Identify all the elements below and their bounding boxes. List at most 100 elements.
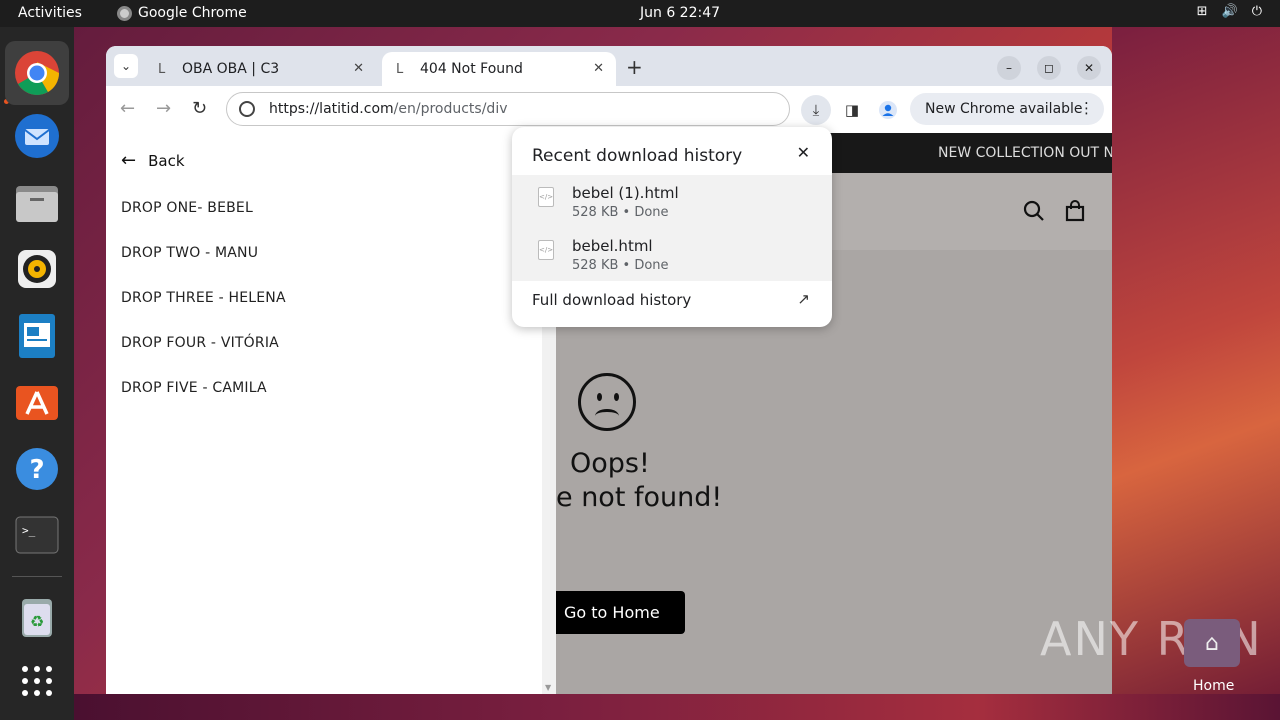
files-icon [16, 186, 58, 222]
file-code-icon: </> [538, 187, 554, 207]
download-item[interactable]: </> bebel (1).html 528 KB • Done [512, 175, 832, 228]
menu-item-drop-four[interactable]: DROP FOUR - VITÓRIA [121, 335, 279, 351]
profile-button[interactable] [873, 95, 903, 125]
rhythmbox-icon [18, 250, 56, 288]
desktop-home-folder[interactable]: ⌂ [1184, 619, 1240, 667]
tab-404-not-found[interactable]: L 404 Not Found ✕ [382, 52, 616, 86]
dock-chrome[interactable] [5, 41, 69, 105]
close-icon[interactable]: ✕ [353, 61, 364, 76]
scroll-down-icon[interactable]: ▼ [545, 683, 551, 692]
update-label: New Chrome available [925, 101, 1083, 117]
side-panel-button[interactable]: ◨ [837, 95, 867, 125]
back-arrow-icon[interactable]: ← [120, 98, 135, 119]
writer-icon [19, 314, 55, 358]
close-window-button[interactable]: ✕ [1077, 56, 1101, 80]
dock-writer[interactable] [13, 312, 61, 360]
new-tab-button[interactable]: + [626, 55, 643, 79]
forward-arrow-icon[interactable]: → [156, 98, 171, 119]
app-center-icon [16, 386, 58, 420]
new-chrome-available-button[interactable]: New Chrome available ⋮ [910, 93, 1104, 125]
top-bar: Activities Google Chrome Jun 6 22:47 ⊞ 🔊… [0, 0, 1280, 27]
wallpaper [74, 694, 1280, 720]
error-message: e not found! [556, 482, 723, 513]
app-menu[interactable]: Google Chrome [117, 5, 247, 21]
full-download-history-link[interactable]: Full download history [532, 291, 691, 309]
back-label: Back [148, 151, 185, 170]
close-icon[interactable]: ✕ [593, 61, 604, 76]
address-bar[interactable]: https://latitid.com/en/products/div [226, 92, 790, 126]
dock-rhythmbox[interactable] [13, 245, 61, 293]
side-menu: ← Back DROP ONE- BEBEL DROP TWO - MANU D… [106, 133, 542, 694]
dock-thunderbird[interactable] [13, 112, 61, 160]
url-path: /en/products/div [393, 101, 508, 117]
download-bubble-title: Recent download history [532, 146, 743, 166]
profile-icon [879, 101, 897, 119]
dock-show-apps[interactable] [13, 657, 61, 705]
back-link[interactable]: ← Back [121, 150, 185, 171]
dock: ? >_ ♻ [0, 27, 74, 720]
shopping-bag-icon[interactable] [1065, 200, 1085, 228]
download-icon: ⤓ [812, 101, 820, 119]
dock-trash[interactable]: ♻ [13, 593, 61, 641]
chrome-icon [117, 5, 132, 21]
desktop-home-label: Home [1193, 678, 1235, 694]
tab-title: OBA OBA | C3 [182, 61, 280, 77]
close-icon[interactable]: ✕ [797, 143, 810, 162]
activities-button[interactable]: Activities [18, 5, 82, 21]
more-vert-icon[interactable]: ⋮ [1079, 99, 1094, 117]
home-folder-icon: ⌂ [1205, 630, 1219, 656]
download-bubble: Recent download history ✕ </> bebel (1).… [512, 127, 832, 327]
menu-item-drop-five[interactable]: DROP FIVE - CAMILA [121, 380, 267, 396]
volume-icon: 🔊 [1221, 4, 1238, 19]
maximize-button[interactable]: ◻ [1037, 56, 1061, 80]
go-to-home-button[interactable]: Go to Home [556, 591, 685, 634]
dock-files[interactable] [13, 179, 61, 227]
power-icon: ⏻ [1251, 4, 1262, 19]
download-status: 528 KB • Done [572, 205, 669, 220]
svg-text:♻: ♻ [30, 612, 44, 631]
network-icon: ⊞ [1196, 4, 1208, 19]
reload-icon[interactable]: ↻ [192, 98, 207, 119]
side-panel-icon: ◨ [844, 101, 860, 119]
tab-search-button[interactable]: ⌄ [114, 54, 138, 78]
download-button[interactable]: ⤓ [801, 95, 831, 125]
dock-app-center[interactable] [13, 378, 61, 426]
chevron-down-icon: ⌄ [120, 59, 132, 73]
sad-face-icon [578, 373, 636, 431]
dock-help[interactable]: ? [13, 445, 61, 493]
tab-oba-oba[interactable]: L OBA OBA | C3 ✕ [144, 52, 376, 86]
chrome-icon [15, 51, 59, 95]
announcement-text: NEW COLLECTION OUT N [938, 145, 1112, 161]
system-tray[interactable]: ⊞ 🔊 ⏻ [1197, 4, 1262, 19]
menu-item-drop-two[interactable]: DROP TWO - MANU [121, 245, 258, 261]
terminal-icon: >_ [15, 516, 59, 554]
clock[interactable]: Jun 6 22:47 [640, 5, 720, 21]
site-info-icon[interactable] [239, 101, 255, 117]
svg-text:?: ? [29, 455, 44, 485]
arrow-left-icon: ← [121, 150, 137, 171]
menu-item-drop-three[interactable]: DROP THREE - HELENA [121, 290, 286, 306]
minimize-button[interactable]: – [997, 56, 1021, 80]
download-status: 528 KB • Done [572, 258, 669, 273]
url-host: https://latitid.com [269, 101, 394, 117]
dock-terminal[interactable]: >_ [13, 511, 61, 559]
menu-item-drop-one[interactable]: DROP ONE- BEBEL [121, 200, 253, 216]
download-filename: bebel.html [572, 237, 653, 255]
trash-icon: ♻ [22, 599, 52, 637]
download-filename: bebel (1).html [572, 184, 679, 202]
dock-separator [12, 576, 62, 577]
tab-favicon: L [158, 61, 166, 77]
download-item[interactable]: </> bebel.html 528 KB • Done [512, 228, 832, 281]
app-name: Google Chrome [138, 5, 247, 21]
thunderbird-icon [15, 114, 59, 158]
go-to-home-label: Go to Home [564, 603, 660, 622]
toolbar: ← → ↻ https://latitid.com/en/products/di… [106, 86, 1112, 133]
open-external-icon[interactable]: ↗ [797, 290, 810, 308]
error-heading: Oops! [570, 448, 650, 479]
tab-favicon: L [396, 61, 404, 77]
tab-strip: ⌄ L OBA OBA | C3 ✕ L 404 Not Found ✕ + –… [106, 46, 1112, 86]
help-icon: ? [16, 448, 58, 490]
show-apps-icon [22, 666, 52, 696]
file-code-icon: </> [538, 240, 554, 260]
search-icon[interactable] [1023, 200, 1045, 228]
